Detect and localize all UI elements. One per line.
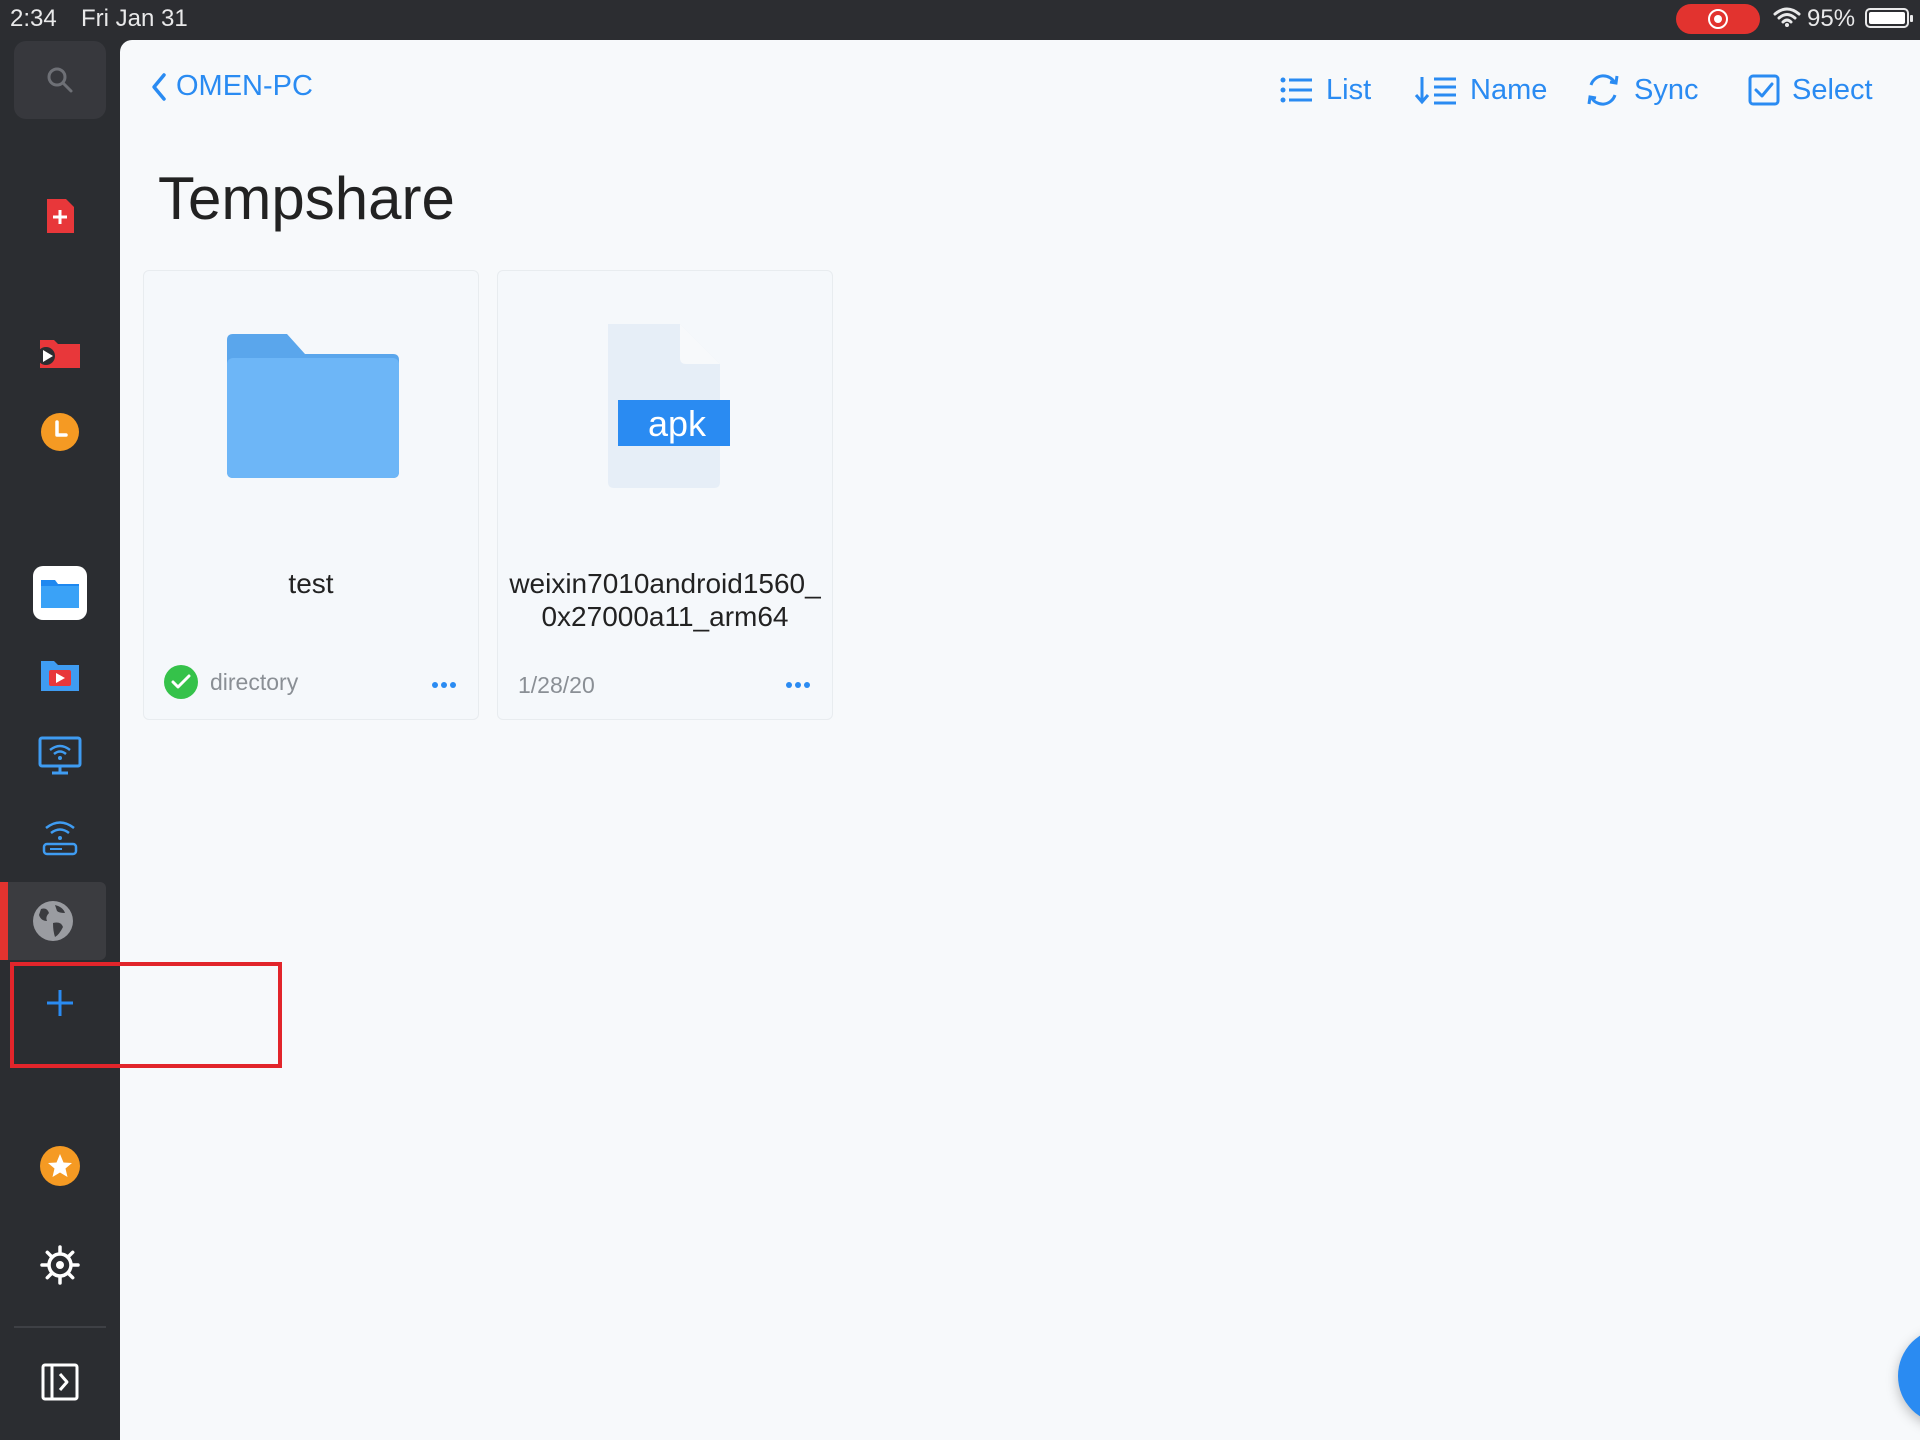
highlight-box <box>10 962 282 1068</box>
network-globe-icon <box>33 901 73 941</box>
file-thumbnail <box>144 271 478 541</box>
status-time: 2:34 <box>10 5 57 32</box>
sidebar <box>0 40 120 1440</box>
sidebar-item-files[interactable] <box>14 554 106 632</box>
sidebar-item-pdf[interactable] <box>14 177 106 255</box>
sort-icon <box>1414 77 1456 105</box>
wifi-transfer-icon <box>42 821 78 856</box>
star-icon <box>40 1146 80 1186</box>
sidebar-item-media[interactable] <box>14 636 106 714</box>
file-card[interactable]: apk weixin7010android1560_0x27000a11_arm… <box>497 270 833 720</box>
folder-icon <box>227 334 399 478</box>
sidebar-item-network[interactable] <box>0 882 106 960</box>
file-name: test <box>288 568 334 599</box>
back-button[interactable]: OMEN-PC <box>150 70 313 103</box>
sidebar-search-button[interactable] <box>14 41 106 119</box>
media-folder-icon <box>41 661 79 691</box>
sidebar-toggle-icon <box>41 1363 79 1401</box>
file-meta-label: directory <box>210 668 299 695</box>
recent-clock-icon <box>41 413 79 451</box>
view-list-label: List <box>1326 73 1372 106</box>
ellipsis-icon <box>432 682 456 688</box>
page-title: Tempshare <box>158 165 455 232</box>
sync-button[interactable]: Sync <box>1584 70 1698 110</box>
view-list-button[interactable]: List <box>1280 70 1371 110</box>
wifi-icon <box>1773 7 1801 27</box>
status-bar: 2:34 Fri Jan 31 95% <box>0 0 1920 40</box>
sync-icon <box>1587 74 1619 106</box>
sidebar-item-settings[interactable] <box>14 1226 106 1304</box>
more-options-button[interactable] <box>778 665 818 705</box>
sidebar-collapse-button[interactable] <box>14 1343 106 1421</box>
list-icon <box>1280 77 1312 103</box>
file-meta: directory <box>164 665 298 699</box>
monitor-wifi-icon <box>38 736 82 775</box>
more-options-button[interactable] <box>424 665 464 705</box>
screen-recording-icon <box>1676 4 1760 34</box>
back-button-label: OMEN-PC <box>176 70 313 102</box>
file-card[interactable]: test directory <box>143 270 479 720</box>
add-fab-button[interactable] <box>1898 1328 1920 1424</box>
checkbox-icon <box>1748 74 1780 106</box>
select-button[interactable]: Select <box>1748 70 1873 110</box>
ellipsis-icon <box>786 682 810 688</box>
check-circle-icon <box>164 665 198 699</box>
sidebar-item-videos[interactable] <box>14 313 106 391</box>
battery-percent: 95% <box>1807 5 1856 32</box>
sort-name-label: Name <box>1470 73 1548 106</box>
files-folder-icon <box>33 566 87 620</box>
sidebar-item-favorites[interactable] <box>14 1127 106 1205</box>
pdf-plus-icon <box>47 199 74 233</box>
sidebar-item-pc-connect[interactable] <box>14 717 106 795</box>
search-icon <box>47 67 73 93</box>
select-label: Select <box>1792 73 1873 106</box>
chevron-left-icon <box>152 72 166 101</box>
main-content: OMEN-PC List Name Sync Select Tempshare … <box>120 40 1920 1440</box>
sync-label: Sync <box>1634 73 1699 106</box>
status-date: Fri Jan 31 <box>81 5 188 32</box>
sidebar-item-wifi-transfer[interactable] <box>14 799 106 877</box>
gear-icon <box>40 1245 80 1285</box>
file-meta: 1/28/20 <box>518 672 595 699</box>
apk-file-icon: apk <box>608 324 730 488</box>
video-folder-icon <box>38 340 80 368</box>
file-thumbnail: apk <box>498 271 832 541</box>
sidebar-item-recent[interactable] <box>14 393 106 471</box>
file-name: weixin7010android1560_0x27000a11_arm64 <box>509 568 821 632</box>
apk-badge: apk <box>648 403 707 444</box>
battery-icon <box>1865 8 1913 28</box>
sort-name-button[interactable]: Name <box>1414 70 1547 110</box>
sidebar-divider <box>14 1326 106 1328</box>
file-meta-label: 1/28/20 <box>518 672 595 698</box>
